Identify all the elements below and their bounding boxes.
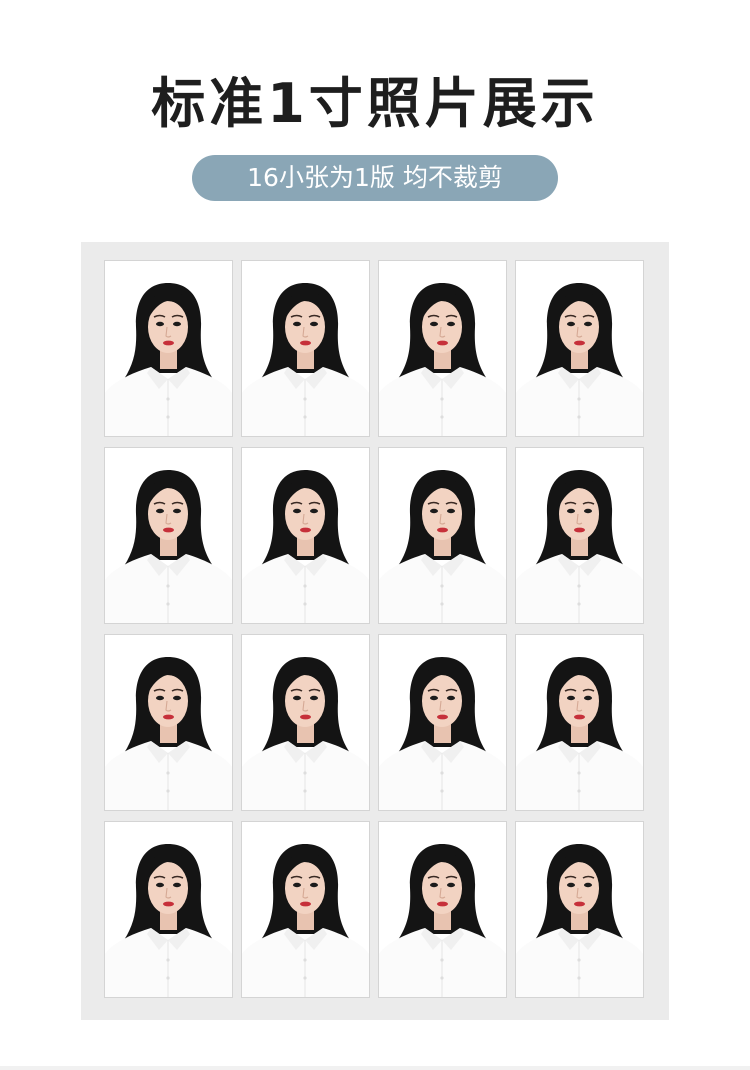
portrait-image [379,448,506,623]
id-photo [104,634,233,811]
portrait-image [105,822,232,997]
portrait-image [105,635,232,810]
id-photo [241,447,370,624]
id-photo [378,821,507,998]
photo-sheet [81,242,669,1020]
portrait-image [242,822,369,997]
portrait-image [516,261,643,436]
id-photo [241,821,370,998]
portrait-image [242,261,369,436]
portrait-image [516,635,643,810]
id-photo [104,821,233,998]
portrait-image [242,635,369,810]
id-photo [515,260,644,437]
subtitle-badge: 16小张为1版 均不裁剪 [192,155,558,201]
portrait-image [379,822,506,997]
id-photo [104,260,233,437]
id-photo [515,634,644,811]
portrait-image [516,448,643,623]
id-photo [515,447,644,624]
id-photo [104,447,233,624]
portrait-image [105,261,232,436]
portrait-image [379,261,506,436]
id-photo [241,634,370,811]
id-photo [378,634,507,811]
id-photo [241,260,370,437]
portrait-image [516,822,643,997]
id-photo [378,260,507,437]
portrait-image [105,448,232,623]
page-title: 标准1寸照片展示 [151,72,599,135]
portrait-image [379,635,506,810]
portrait-image [242,448,369,623]
id-photo [515,821,644,998]
divider [0,1066,750,1070]
id-photo [378,447,507,624]
photo-grid [104,260,644,998]
